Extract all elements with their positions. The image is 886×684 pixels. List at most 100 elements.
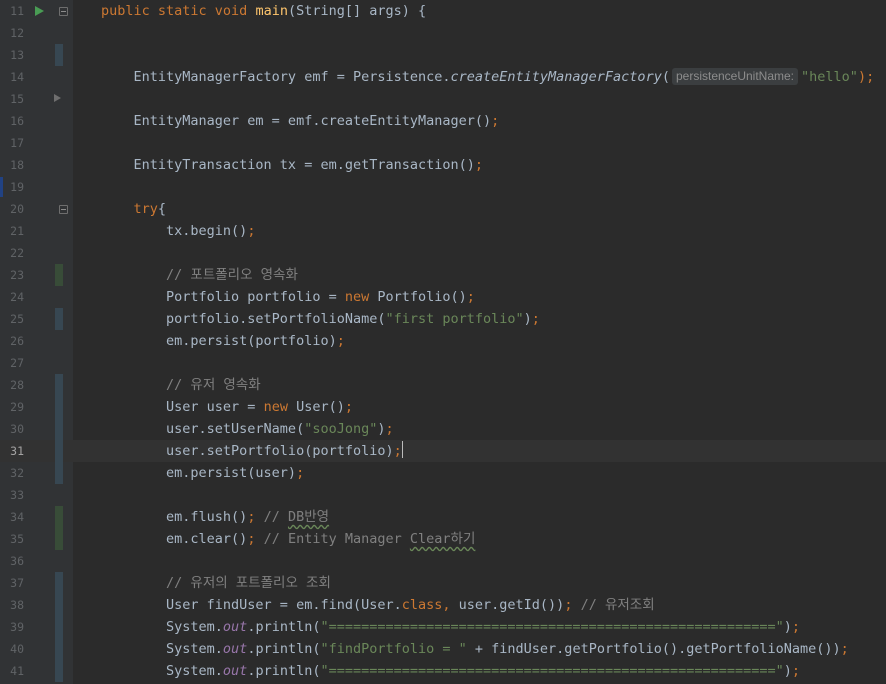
code-line[interactable]: 11 public static void main(String[] args)…: [0, 0, 886, 22]
code-line[interactable]: 14 EntityManagerFactory emf = Persistenc…: [0, 66, 886, 88]
code-text[interactable]: EntityManagerFactory emf = Persistence.c…: [101, 66, 874, 88]
vcs-modified-marker[interactable]: [55, 44, 63, 66]
code-text[interactable]: em.persist(user);: [101, 462, 304, 484]
code-line[interactable]: 17: [0, 132, 886, 154]
line-number[interactable]: 25: [0, 308, 24, 330]
code-line[interactable]: 30 user.setUserName("sooJong");: [0, 418, 886, 440]
line-number[interactable]: 41: [0, 660, 24, 682]
vcs-modified-marker[interactable]: [55, 616, 63, 638]
code-line[interactable]: 23 // 포트폴리오 영속화: [0, 264, 886, 286]
line-number[interactable]: 20: [0, 198, 24, 220]
code-text[interactable]: portfolio.setPortfolioName("first portfo…: [101, 308, 540, 330]
code-text[interactable]: EntityTransaction tx = em.getTransaction…: [101, 154, 484, 176]
code-line[interactable]: 32 em.persist(user);: [0, 462, 886, 484]
code-line[interactable]: 34 em.flush(); // DB반영: [0, 506, 886, 528]
code-line[interactable]: 18 EntityTransaction tx = em.getTransact…: [0, 154, 886, 176]
line-number[interactable]: 23: [0, 264, 24, 286]
code-line[interactable]: 16 EntityManager em = emf.createEntityMa…: [0, 110, 886, 132]
line-number[interactable]: 11: [0, 0, 24, 22]
code-text[interactable]: Portfolio portfolio = new Portfolio();: [101, 286, 475, 308]
code-line[interactable]: 37 // 유저의 포트폴리오 조회: [0, 572, 886, 594]
code-text[interactable]: em.clear(); // Entity Manager Clear하기: [101, 528, 475, 550]
code-text[interactable]: System.out.println("====================…: [101, 616, 800, 638]
vcs-added-marker[interactable]: [55, 506, 63, 528]
code-line[interactable]: 36: [0, 550, 886, 572]
line-number[interactable]: 12: [0, 22, 24, 44]
code-line[interactable]: 35 em.clear(); // Entity Manager Clear하기: [0, 528, 886, 550]
vcs-modified-marker[interactable]: [55, 440, 63, 462]
code-text[interactable]: user.setUserName("sooJong");: [101, 418, 394, 440]
line-number[interactable]: 24: [0, 286, 24, 308]
vcs-added-marker[interactable]: [55, 528, 63, 550]
vcs-modified-marker[interactable]: [55, 638, 63, 660]
vcs-modified-marker[interactable]: [55, 462, 63, 484]
code-line[interactable]: 40 System.out.println("findPortfolio = "…: [0, 638, 886, 660]
code-line[interactable]: 38 User findUser = em.find(User.class, u…: [0, 594, 886, 616]
code-line[interactable]: 26 em.persist(portfolio);: [0, 330, 886, 352]
line-number[interactable]: 13: [0, 44, 24, 66]
code-line[interactable]: 33: [0, 484, 886, 506]
code-text[interactable]: User user = new User();: [101, 396, 353, 418]
code-line[interactable]: 12: [0, 22, 886, 44]
line-number[interactable]: 15: [0, 88, 24, 110]
code-text[interactable]: // 유저 영속화: [101, 374, 261, 396]
vcs-modified-marker[interactable]: [55, 396, 63, 418]
fold-icon[interactable]: [59, 205, 68, 214]
code-text[interactable]: System.out.println("====================…: [101, 660, 800, 682]
line-number[interactable]: 35: [0, 528, 24, 550]
fold-icon[interactable]: [59, 7, 68, 16]
code-text[interactable]: EntityManager em = emf.createEntityManag…: [101, 110, 500, 132]
code-line[interactable]: 22: [0, 242, 886, 264]
run-icon[interactable]: [35, 6, 44, 16]
line-number[interactable]: 16: [0, 110, 24, 132]
line-number[interactable]: 31: [0, 440, 24, 462]
line-number[interactable]: 22: [0, 242, 24, 264]
line-number[interactable]: 34: [0, 506, 24, 528]
code-line[interactable]: 27: [0, 352, 886, 374]
code-text[interactable]: User findUser = em.find(User.class, user…: [101, 594, 655, 616]
code-text[interactable]: public static void main(String[] args) {: [101, 0, 426, 22]
code-line[interactable]: 21 tx.begin();: [0, 220, 886, 242]
line-number[interactable]: 36: [0, 550, 24, 572]
code-text[interactable]: user.setPortfolio(portfolio);: [101, 440, 404, 462]
vcs-modified-marker[interactable]: [55, 594, 63, 616]
code-text[interactable]: em.persist(portfolio);: [101, 330, 345, 352]
code-line[interactable]: 13: [0, 44, 886, 66]
code-line[interactable]: 29 User user = new User();: [0, 396, 886, 418]
line-number[interactable]: 21: [0, 220, 24, 242]
code-text[interactable]: // 유저의 포트폴리오 조회: [101, 572, 331, 594]
line-number[interactable]: 18: [0, 154, 24, 176]
code-text[interactable]: // 포트폴리오 영속화: [101, 264, 298, 286]
line-number[interactable]: 19: [0, 176, 24, 198]
code-text[interactable]: try{: [101, 198, 167, 220]
gutter-arrow-icon[interactable]: [54, 94, 61, 102]
line-number[interactable]: 39: [0, 616, 24, 638]
line-number[interactable]: 26: [0, 330, 24, 352]
code-line[interactable]: 15: [0, 88, 886, 110]
code-line[interactable]: 19: [0, 176, 886, 198]
line-number[interactable]: 30: [0, 418, 24, 440]
vcs-added-marker[interactable]: [55, 264, 63, 286]
code-line[interactable]: 24 Portfolio portfolio = new Portfolio()…: [0, 286, 886, 308]
vcs-modified-marker[interactable]: [55, 418, 63, 440]
code-text[interactable]: em.flush(); // DB반영: [101, 506, 329, 528]
line-number[interactable]: 33: [0, 484, 24, 506]
line-number[interactable]: 14: [0, 66, 24, 88]
vcs-modified-marker[interactable]: [55, 572, 63, 594]
vcs-modified-marker[interactable]: [55, 374, 63, 396]
code-line[interactable]: 28 // 유저 영속화: [0, 374, 886, 396]
line-number[interactable]: 29: [0, 396, 24, 418]
line-number[interactable]: 17: [0, 132, 24, 154]
code-line[interactable]: 39 System.out.println("=================…: [0, 616, 886, 638]
code-line[interactable]: 20 try{: [0, 198, 886, 220]
code-line[interactable]: 25 portfolio.setPortfolioName("first por…: [0, 308, 886, 330]
code-line[interactable]: 31 user.setPortfolio(portfolio);: [0, 440, 886, 462]
line-number[interactable]: 28: [0, 374, 24, 396]
line-number[interactable]: 27: [0, 352, 24, 374]
code-text[interactable]: tx.begin();: [101, 220, 255, 242]
line-number[interactable]: 38: [0, 594, 24, 616]
vcs-modified-marker[interactable]: [55, 660, 63, 682]
line-number[interactable]: 40: [0, 638, 24, 660]
line-number[interactable]: 32: [0, 462, 24, 484]
vcs-modified-marker[interactable]: [55, 308, 63, 330]
